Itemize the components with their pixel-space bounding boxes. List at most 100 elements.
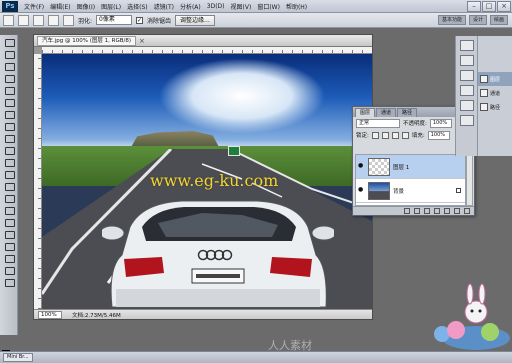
workspace-design[interactable]: 设计 [468, 15, 487, 25]
dock-item-layers[interactable]: 图层 [478, 72, 512, 86]
refine-edge-button[interactable]: 调整边缘... [175, 14, 215, 26]
layers-icon [480, 75, 488, 83]
layer-row-layer1[interactable]: ● 图层 1 [356, 155, 465, 179]
mini-bridge-button[interactable]: Mini Br... [3, 353, 33, 362]
lock-all-icon[interactable] [401, 131, 409, 139]
lock-transparent-icon[interactable] [371, 131, 379, 139]
menu-3d[interactable]: 3D(D) [204, 3, 228, 10]
new-layer-icon[interactable] [454, 208, 460, 214]
workspace-essentials[interactable]: 基本功能 [437, 15, 466, 25]
visibility-eye-icon[interactable]: ● [358, 163, 365, 170]
dock-item-channels[interactable]: 通道 [478, 86, 512, 100]
menu-analysis[interactable]: 分析(A) [177, 2, 204, 11]
menu-file[interactable]: 文件(F) [21, 2, 47, 11]
lock-pixels-icon[interactable] [381, 131, 389, 139]
adjustments-panel-icon[interactable] [460, 85, 474, 96]
document-close-icon[interactable]: × [139, 37, 145, 45]
menu-view[interactable]: 视图(V) [228, 2, 255, 11]
styles-panel-icon[interactable] [460, 70, 474, 81]
menu-image[interactable]: 图像(I) [74, 2, 98, 11]
dock-item-paths[interactable]: 路径 [478, 100, 512, 114]
zoom-level-field[interactable]: 100% [38, 310, 62, 319]
menu-layer[interactable]: 图层(L) [98, 2, 124, 11]
move-tool-icon[interactable] [3, 37, 15, 47]
path-select-tool-icon[interactable] [3, 229, 15, 239]
brush-tool-icon[interactable] [3, 121, 15, 131]
3d-rotate-tool-icon[interactable] [3, 253, 15, 263]
clone-stamp-tool-icon[interactable] [3, 133, 15, 143]
eraser-tool-icon[interactable] [3, 157, 15, 167]
lock-label: 锁定: [356, 133, 369, 139]
fill-label: 填充: [411, 133, 425, 139]
layer-row-background[interactable]: ● 背景 [356, 179, 465, 203]
document-tab-bar: 汽车.jpg @ 100% (图层 1, RGB/8) × [34, 35, 372, 47]
new-group-icon[interactable] [444, 208, 450, 214]
lasso-tool-icon[interactable] [3, 61, 15, 71]
vertical-ruler[interactable] [34, 54, 42, 309]
eyedropper-tool-icon[interactable] [3, 97, 15, 107]
link-layers-icon[interactable] [404, 208, 410, 214]
fill-input[interactable]: 100% [427, 130, 450, 140]
image-canvas[interactable]: www.eg-ku.com [42, 54, 372, 309]
blend-mode-select[interactable]: 正常 [356, 118, 400, 128]
dodge-tool-icon[interactable] [3, 193, 15, 203]
opacity-input[interactable]: 100% [429, 118, 452, 128]
tab-channels[interactable]: 通道 [376, 108, 397, 117]
blur-tool-icon[interactable] [3, 181, 15, 191]
adjustment-layer-icon[interactable] [434, 208, 440, 214]
menu-select[interactable]: 选择(S) [124, 2, 151, 11]
workspace-switcher: 基本功能 设计 绘画 [437, 15, 512, 25]
color-panel-icon[interactable] [460, 40, 474, 51]
subtract-selection-icon[interactable] [48, 14, 59, 26]
crop-tool-icon[interactable] [3, 85, 15, 95]
lasso-tool-preset-icon[interactable] [3, 14, 14, 26]
menu-filter[interactable]: 滤镜(T) [151, 2, 177, 11]
layer-thumbnail [368, 157, 390, 176]
workspace-painting[interactable]: 绘画 [489, 15, 508, 25]
marquee-tool-icon[interactable] [3, 49, 15, 59]
quick-select-tool-icon[interactable] [3, 73, 15, 83]
zoom-tool-icon[interactable] [3, 277, 15, 287]
shape-tool-icon[interactable] [3, 241, 15, 251]
history-panel-icon[interactable] [460, 115, 474, 126]
lock-icon [456, 188, 461, 193]
add-mask-icon[interactable] [424, 208, 430, 214]
menu-help[interactable]: 帮助(H) [283, 2, 310, 11]
layer-name[interactable]: 图层 1 [393, 163, 409, 171]
visibility-eye-icon[interactable]: ● [358, 187, 365, 194]
document-tab[interactable]: 汽车.jpg @ 100% (图层 1, RGB/8) [37, 35, 136, 46]
channels-icon [480, 89, 488, 97]
minimize-icon[interactable]: – [467, 0, 481, 12]
maximize-icon[interactable]: □ [482, 0, 496, 12]
add-to-selection-icon[interactable] [33, 14, 44, 26]
intersect-selection-icon[interactable] [63, 14, 74, 26]
swatches-panel-icon[interactable] [460, 55, 474, 66]
history-brush-tool-icon[interactable] [3, 145, 15, 155]
bottom-bar: Mini Br... [0, 351, 512, 363]
lock-position-icon[interactable] [391, 131, 399, 139]
antialias-checkbox[interactable]: ✓ [136, 16, 144, 24]
horizontal-ruler[interactable] [42, 47, 372, 54]
window-controls: – □ × [467, 0, 512, 12]
feather-input[interactable]: 0像素 [96, 15, 133, 25]
panel-dock: 图层 通道 路径 [477, 36, 512, 156]
healing-brush-tool-icon[interactable] [3, 109, 15, 119]
layer-style-icon[interactable] [414, 208, 420, 214]
photoshop-logo: Ps [2, 0, 18, 12]
new-selection-icon[interactable] [18, 14, 29, 26]
menu-window[interactable]: 窗口(W) [254, 2, 283, 11]
delete-layer-icon[interactable] [464, 208, 470, 214]
menu-edit[interactable]: 编辑(E) [47, 2, 73, 11]
masks-panel-icon[interactable] [460, 100, 474, 111]
panel-dock-icons [455, 36, 477, 156]
layer-list-scrollbar[interactable] [466, 154, 473, 206]
hand-tool-icon[interactable] [3, 265, 15, 275]
close-icon[interactable]: × [497, 0, 511, 12]
tab-layers[interactable]: 图层 [355, 108, 376, 117]
pen-tool-icon[interactable] [3, 205, 15, 215]
gradient-tool-icon[interactable] [3, 169, 15, 179]
layer-name[interactable]: 背景 [393, 187, 404, 195]
type-tool-icon[interactable] [3, 217, 15, 227]
tab-paths[interactable]: 路径 [397, 108, 418, 117]
document-size-info[interactable]: 文档:2.73M/5.46M [72, 311, 121, 319]
